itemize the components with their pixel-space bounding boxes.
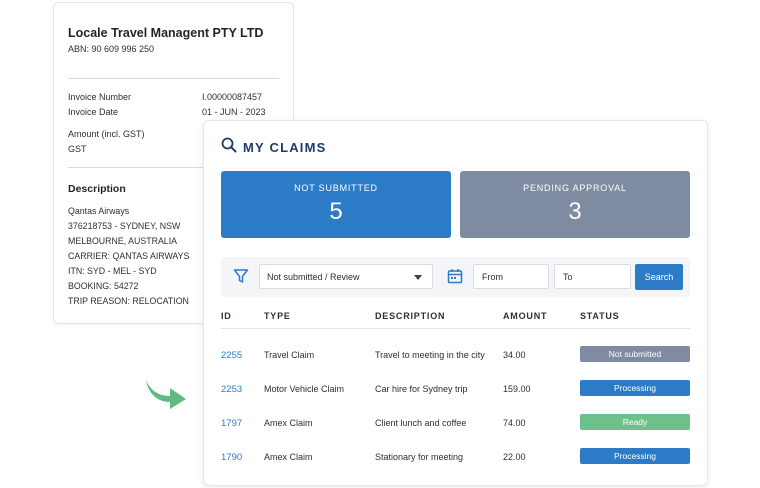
column-header-description[interactable]: DESCRIPTION <box>375 311 445 321</box>
description-line: BOOKING: 54272 <box>68 281 139 291</box>
chevron-down-icon <box>414 275 422 280</box>
table-row[interactable]: 1790 Amex Claim Stationary for meeting 2… <box>204 448 707 468</box>
to-date-input[interactable]: To <box>554 264 631 289</box>
claim-description: Stationary for meeting <box>375 452 464 462</box>
description-title: Description <box>68 183 126 195</box>
status-badge: Processing <box>580 448 690 464</box>
description-line: TRIP REASON: RELOCATION <box>68 296 189 306</box>
invoice-number-value: I.00000087457 <box>202 92 263 102</box>
status-badge: Not submitted <box>580 346 690 362</box>
column-header-amount[interactable]: AMOUNT <box>503 311 547 321</box>
table-row[interactable]: 2255 Travel Claim Travel to meeting in t… <box>204 346 707 366</box>
claim-description: Travel to meeting in the city <box>375 350 485 360</box>
claim-type: Amex Claim <box>264 452 313 462</box>
column-header-status[interactable]: STATUS <box>580 311 619 321</box>
invoice-number-label: Invoice Number <box>68 92 132 102</box>
status-select[interactable]: Not submitted / Review <box>259 264 433 289</box>
filter-icon[interactable] <box>233 268 249 289</box>
search-button[interactable]: Search <box>635 264 683 290</box>
description-line: ITN: SYD - MEL - SYD <box>68 266 157 276</box>
description-line: MELBOURNE, AUSTRALIA <box>68 236 178 246</box>
claim-amount: 22.00 <box>503 452 526 462</box>
claim-description: Client lunch and coffee <box>375 418 467 428</box>
filter-bar: Not submitted / Review From To Search <box>221 257 690 297</box>
description-line: 376218753 - SYDNEY, NSW <box>68 221 181 231</box>
from-date-input[interactable]: From <box>473 264 549 289</box>
not-submitted-card[interactable]: NOT SUBMITTED 5 <box>221 171 451 238</box>
gst-label: GST <box>68 144 87 154</box>
pending-approval-card[interactable]: PENDING APPROVAL 3 <box>460 171 690 238</box>
claims-panel: MY CLAIMS NOT SUBMITTED 5 PENDING APPROV… <box>203 120 708 486</box>
divider <box>68 78 279 79</box>
column-header-id[interactable]: ID <box>221 311 232 321</box>
claim-id-link[interactable]: 1790 <box>221 452 242 463</box>
page-title: MY CLAIMS <box>243 140 327 155</box>
claim-description: Car hire for Sydney trip <box>375 384 468 394</box>
pending-approval-count: 3 <box>568 198 582 225</box>
claims-header: MY CLAIMS <box>221 137 327 158</box>
invoice-company-name: Locale Travel Managent PTY LTD <box>68 26 264 40</box>
claim-amount: 34.00 <box>503 350 526 360</box>
claim-id-link[interactable]: 2255 <box>221 350 242 361</box>
calendar-icon[interactable] <box>447 268 463 289</box>
search-icon[interactable] <box>221 137 237 158</box>
invoice-abn: ABN: 90 609 996 250 <box>68 44 155 54</box>
pending-approval-label: PENDING APPROVAL <box>523 183 627 193</box>
claim-amount: 159.00 <box>503 384 531 394</box>
status-select-value: Not submitted / Review <box>267 272 360 282</box>
claim-id-link[interactable]: 2253 <box>221 384 242 395</box>
claim-type: Travel Claim <box>264 350 315 360</box>
not-submitted-label: NOT SUBMITTED <box>294 183 378 193</box>
claim-amount: 74.00 <box>503 418 526 428</box>
description-line: CARRIER: QANTAS AIRWAYS <box>68 251 190 261</box>
invoice-date-label: Invoice Date <box>68 107 119 117</box>
description-lines: Qantas Airways 376218753 - SYDNEY, NSW M… <box>68 204 189 309</box>
invoice-date-value: 01 - JUN - 2023 <box>202 107 266 117</box>
amount-label: Amount (incl. GST) <box>68 129 145 139</box>
column-header-type[interactable]: TYPE <box>264 311 291 321</box>
description-line: Qantas Airways <box>68 206 130 216</box>
divider <box>221 328 690 329</box>
claim-type: Motor Vehicle Claim <box>264 384 345 394</box>
table-row[interactable]: 2253 Motor Vehicle Claim Car hire for Sy… <box>204 380 707 400</box>
claim-id-link[interactable]: 1797 <box>221 418 242 429</box>
status-badge: Processing <box>580 380 690 396</box>
claim-type: Amex Claim <box>264 418 313 428</box>
table-row[interactable]: 1797 Amex Claim Client lunch and coffee … <box>204 414 707 434</box>
not-submitted-count: 5 <box>329 198 343 225</box>
status-badge: Ready <box>580 414 690 430</box>
curved-arrow-icon <box>144 376 188 415</box>
